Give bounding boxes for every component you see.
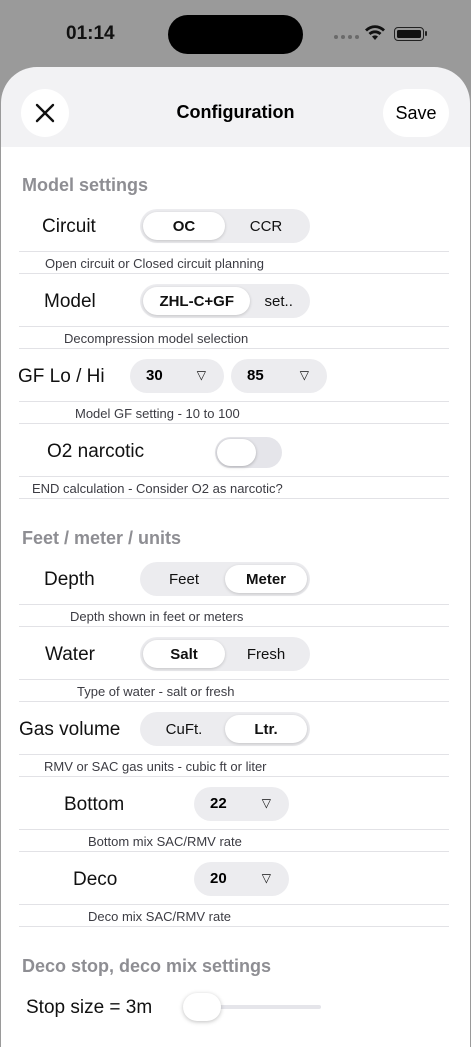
battery-icon xyxy=(394,27,427,41)
divider xyxy=(19,348,449,349)
model-option-zhl[interactable]: ZHL-C+GF xyxy=(143,287,251,315)
circuit-description: Open circuit or Closed circuit planning xyxy=(45,256,264,271)
model-option-set[interactable]: set.. xyxy=(250,287,307,315)
dropdown-triangle-icon: ▽ xyxy=(196,368,206,382)
circuit-option-oc[interactable]: OC xyxy=(143,212,225,240)
gf-description: Model GF setting - 10 to 100 xyxy=(75,406,240,421)
cellular-signal-icon xyxy=(334,35,359,39)
circuit-option-ccr[interactable]: CCR xyxy=(225,212,307,240)
deco-rate-picker[interactable]: 20 ▽ xyxy=(194,862,289,896)
stop-size-label: Stop size = 3m xyxy=(26,997,153,1018)
bottom-rate-value: 22 xyxy=(210,795,227,812)
depth-description: Depth shown in feet or meters xyxy=(70,609,244,624)
bottom-label: Bottom xyxy=(64,794,125,815)
divider xyxy=(19,701,449,702)
gas-volume-segmented-control: CuFt. Ltr. xyxy=(140,712,310,746)
gf-lo-value: 30 xyxy=(146,367,163,384)
deco-label: Deco xyxy=(73,869,118,890)
navigation-bar: Configuration Save xyxy=(1,67,470,147)
section-header-deco: Deco stop, deco mix settings xyxy=(22,956,272,976)
settings-list: Model settings Circuit OC CCR Open circu… xyxy=(1,147,470,1047)
divider xyxy=(19,401,449,402)
depth-label: Depth xyxy=(44,569,95,590)
divider xyxy=(19,829,449,830)
stop-size-slider-thumb[interactable] xyxy=(183,993,221,1021)
circuit-segmented-control: OC CCR xyxy=(140,209,310,243)
divider xyxy=(19,754,449,755)
dynamic-island xyxy=(168,15,303,54)
divider xyxy=(19,273,449,274)
dropdown-triangle-icon: ▽ xyxy=(299,368,309,382)
status-time: 01:14 xyxy=(66,23,115,44)
status-bar: 01:14 xyxy=(0,0,471,68)
toggle-knob xyxy=(217,439,256,466)
water-description: Type of water - salt or fresh xyxy=(77,684,235,699)
section-header-model: Model settings xyxy=(22,175,149,195)
depth-option-feet[interactable]: Feet xyxy=(143,565,225,593)
wifi-icon xyxy=(365,25,385,40)
divider xyxy=(19,626,449,627)
water-segmented-control: Salt Fresh xyxy=(140,637,310,671)
model-label: Model xyxy=(44,291,96,312)
gf-hi-picker[interactable]: 85 ▽ xyxy=(231,359,327,393)
divider xyxy=(19,776,449,777)
model-segmented-control: ZHL-C+GF set.. xyxy=(140,284,310,318)
circuit-label: Circuit xyxy=(42,216,96,237)
dropdown-triangle-icon: ▽ xyxy=(261,871,271,885)
gas-volume-description: RMV or SAC gas units - cubic ft or liter xyxy=(44,759,267,774)
divider xyxy=(19,498,449,499)
divider xyxy=(19,904,449,905)
model-description: Decompression model selection xyxy=(64,331,249,346)
gas-volume-option-cuft[interactable]: CuFt. xyxy=(143,715,225,743)
divider xyxy=(19,851,449,852)
divider xyxy=(19,476,449,477)
divider xyxy=(19,251,449,252)
divider xyxy=(19,326,449,327)
configuration-sheet: Configuration Save Model settings Circui… xyxy=(1,67,470,1047)
dropdown-triangle-icon: ▽ xyxy=(261,796,271,810)
depth-option-meter[interactable]: Meter xyxy=(225,565,307,593)
gf-lo-picker[interactable]: 30 ▽ xyxy=(130,359,224,393)
gf-label: GF Lo / Hi xyxy=(18,366,105,387)
divider xyxy=(19,604,449,605)
water-option-fresh[interactable]: Fresh xyxy=(225,640,307,668)
gf-hi-value: 85 xyxy=(247,367,264,384)
water-label: Water xyxy=(45,644,95,665)
gas-volume-label: Gas volume xyxy=(19,719,121,740)
section-header-units: Feet / meter / units xyxy=(22,528,182,548)
depth-segmented-control: Feet Meter xyxy=(140,562,310,596)
gas-volume-option-ltr[interactable]: Ltr. xyxy=(225,715,307,743)
deco-description: Deco mix SAC/RMV rate xyxy=(88,909,232,924)
divider xyxy=(19,926,449,927)
divider xyxy=(19,679,449,680)
save-button[interactable]: Save xyxy=(383,89,449,137)
divider xyxy=(19,423,449,424)
bottom-description: Bottom mix SAC/RMV rate xyxy=(88,834,242,849)
o2-narcotic-toggle[interactable] xyxy=(215,437,282,468)
deco-rate-value: 20 xyxy=(210,870,227,887)
o2-narcotic-label: O2 narcotic xyxy=(47,441,145,462)
o2-narcotic-description: END calculation - Consider O2 as narcoti… xyxy=(32,481,283,496)
bottom-rate-picker[interactable]: 22 ▽ xyxy=(194,787,289,821)
water-option-salt[interactable]: Salt xyxy=(143,640,225,668)
